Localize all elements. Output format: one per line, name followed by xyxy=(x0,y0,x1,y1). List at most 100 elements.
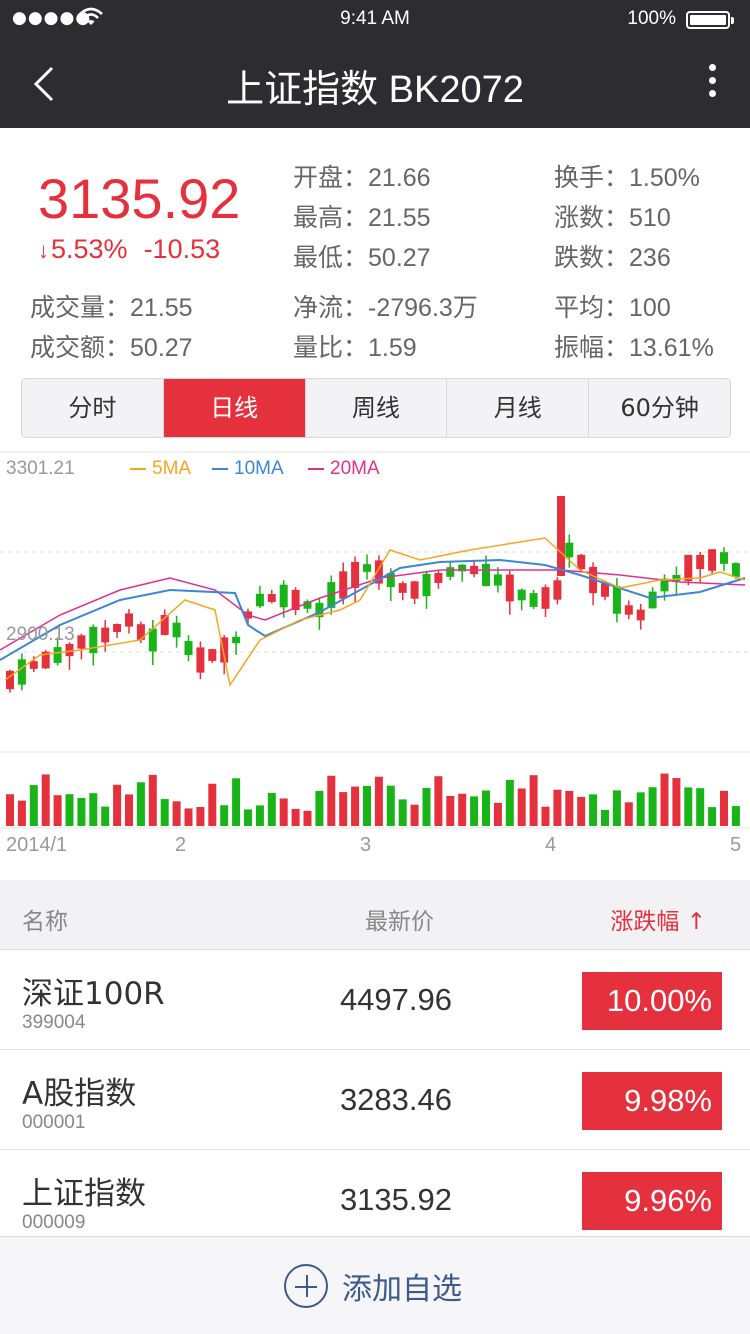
volume-bar xyxy=(601,809,609,826)
volume-bar xyxy=(232,778,241,826)
header-change-sort[interactable]: 涨跌幅 ↑ xyxy=(610,902,706,936)
volume-bar xyxy=(339,792,348,826)
volume-bar xyxy=(125,794,133,826)
quote-panel: 3135.92 ↓5.53% -10.53 开盘：21.66 最高：21.55 最… xyxy=(0,128,750,450)
page-title: 上证指数 BK2072 xyxy=(226,69,524,111)
stat-average: 平均：100 xyxy=(554,293,671,322)
candle-body xyxy=(17,659,26,685)
volume-bar xyxy=(553,789,562,826)
volume-bar xyxy=(184,808,193,826)
volume-bar xyxy=(315,790,324,826)
volume-bar xyxy=(648,787,657,826)
volume-bar xyxy=(53,795,62,826)
item-change-badge: 9.98% xyxy=(582,1072,722,1130)
volume-bar xyxy=(65,794,74,826)
item-code: 399004 xyxy=(22,1012,86,1033)
current-price: 3135.92 xyxy=(38,167,241,230)
volume-bar xyxy=(470,796,479,826)
battery-icon xyxy=(686,11,734,29)
candle-body xyxy=(731,563,740,577)
tab-60min[interactable]: 60分钟 xyxy=(589,379,730,437)
volume-bar xyxy=(89,793,98,826)
volume-bar xyxy=(208,783,217,826)
volume-bar xyxy=(684,787,693,826)
tab-daily[interactable]: 日线 xyxy=(163,379,306,437)
add-to-watchlist-button[interactable]: 添加自选 xyxy=(284,1263,462,1309)
candle-body xyxy=(636,609,645,621)
volume-bar xyxy=(363,785,371,826)
candle-body xyxy=(577,554,586,570)
volume-bar xyxy=(565,790,574,826)
candle-body xyxy=(720,552,728,564)
list-item[interactable]: A股指数 000001 3283.46 9.98% xyxy=(0,1050,750,1150)
date-tick-feb: 2 xyxy=(175,834,187,856)
candle-body xyxy=(232,636,241,644)
volume-bar xyxy=(303,810,312,826)
header-price: 最新价 xyxy=(365,909,434,935)
volume-bar xyxy=(660,773,669,826)
item-name: A股指数 xyxy=(22,1076,137,1112)
volume-bar xyxy=(172,801,181,826)
candle-body xyxy=(505,574,514,602)
volume-bar xyxy=(17,800,26,826)
volume-bar xyxy=(279,798,288,826)
volume-bar xyxy=(434,776,443,826)
legend-5ma: 5MA xyxy=(130,458,191,480)
volume-bar xyxy=(291,808,300,826)
date-tick-mar: 3 xyxy=(360,834,372,856)
candle-body xyxy=(529,593,538,607)
list-item[interactable]: 深证100R 399004 4497.96 10.00% xyxy=(0,950,750,1050)
down-arrow-icon: ↓ xyxy=(38,238,49,263)
volume-bar xyxy=(101,806,110,826)
volume-bar xyxy=(672,778,681,826)
stat-high: 最高：21.55 xyxy=(293,203,431,232)
stat-turnover: 换手：1.50% xyxy=(554,163,700,192)
tab-intraday[interactable]: 分时 xyxy=(22,379,164,437)
candle-body xyxy=(351,561,360,589)
candle-body xyxy=(446,567,455,577)
ma5-line xyxy=(4,537,746,687)
volume-bar xyxy=(731,806,740,826)
more-icon[interactable] xyxy=(702,64,722,104)
volume-bar xyxy=(386,785,395,826)
stat-volume: 成交量：21.55 xyxy=(30,293,193,322)
change-amount: -10.53 xyxy=(143,234,221,264)
volume-bar xyxy=(541,806,550,826)
candle-body xyxy=(172,622,181,638)
item-price: 4497.96 xyxy=(339,982,452,1017)
volume-bar xyxy=(351,786,360,826)
candle-body xyxy=(553,580,562,600)
candle-body xyxy=(708,549,717,571)
candle-body xyxy=(434,573,443,583)
candle-body xyxy=(601,583,609,597)
candle-body xyxy=(196,647,205,673)
tab-weekly[interactable]: 周线 xyxy=(306,379,448,437)
candle-body xyxy=(696,554,705,570)
volume-bar xyxy=(267,792,276,826)
volume-bar xyxy=(41,774,50,826)
candle-body xyxy=(672,574,681,582)
volume-bar xyxy=(446,795,455,826)
price-change: ↓5.53% -10.53 xyxy=(38,234,220,265)
volume-bar xyxy=(113,784,122,826)
legend-10ma: 10MA xyxy=(212,458,284,480)
battery-percent: 100% xyxy=(627,8,676,29)
stat-amplitude: 振幅：13.61% xyxy=(554,333,714,362)
volume-bar xyxy=(148,774,157,826)
candle-body xyxy=(279,584,288,608)
list-item[interactable]: 上证指数 000009 3135.92 9.96% xyxy=(0,1150,750,1250)
candle-body xyxy=(517,589,526,601)
item-price: 3135.92 xyxy=(339,1182,452,1217)
date-tick-apr: 4 xyxy=(545,834,557,856)
bottom-bar: 添加自选 xyxy=(0,1236,750,1334)
volume-bar xyxy=(636,792,645,826)
stat-net-flow: 净流：-2796.3万 xyxy=(293,293,478,322)
candle-body xyxy=(77,635,86,649)
plus-circle-icon xyxy=(284,1264,328,1308)
change-percent: 5.53% xyxy=(51,234,128,264)
kline-svg xyxy=(0,451,750,829)
candle-body xyxy=(339,571,348,599)
tab-monthly[interactable]: 月线 xyxy=(447,379,590,437)
candle-body xyxy=(208,649,217,661)
kline-chart[interactable]: 3301.21 2900.13 5MA 10MA 20MA 2014/1 2 3… xyxy=(0,450,750,880)
